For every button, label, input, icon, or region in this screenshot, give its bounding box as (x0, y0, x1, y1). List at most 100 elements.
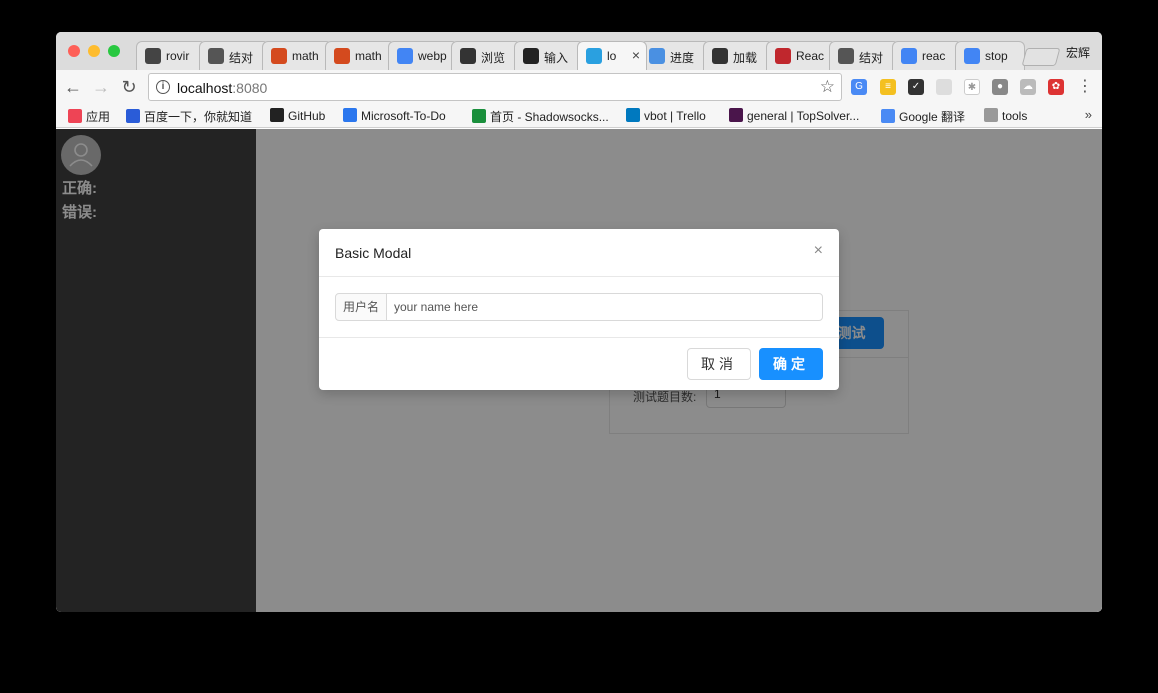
leaf-icon (838, 48, 854, 64)
tab-1[interactable]: rovir (136, 41, 206, 70)
tab-title: 浏览 (481, 51, 506, 65)
bookmark-3[interactable]: GitHub (270, 108, 325, 124)
cloud-extension-icon[interactable]: ☁ (1020, 79, 1036, 95)
slack-icon (729, 108, 743, 122)
bookmark-1[interactable]: 应用 (68, 108, 110, 124)
c-icon (775, 48, 791, 64)
tab-title: math (292, 49, 319, 63)
bookmark-9[interactable]: tools (984, 108, 1027, 124)
tab-close-icon[interactable]: × (632, 47, 640, 63)
bookmark-label: 应用 (86, 110, 111, 124)
extension-icon[interactable] (936, 79, 952, 95)
check-icon (343, 108, 357, 122)
notes-extension-icon[interactable]: ≡ (880, 79, 896, 95)
bookmark-label: 首页 - Shadowsocks... (490, 110, 609, 124)
translate-icon (881, 109, 895, 123)
url-host: localhost (177, 80, 233, 96)
folder-icon (984, 108, 998, 122)
ok-button[interactable]: 确定 (759, 348, 823, 380)
tab-5[interactable]: webp (388, 41, 458, 70)
bookmark-4[interactable]: Microsoft-To-Do (343, 108, 446, 124)
bookmark-8[interactable]: Google 翻译 (881, 108, 965, 124)
pocket-extension-icon[interactable]: ✓ (908, 79, 924, 95)
username-input-group: 用户名 (335, 293, 823, 321)
star-icon[interactable]: ☆ (820, 77, 835, 97)
username-input[interactable] (386, 293, 823, 321)
bookmark-7[interactable]: general | TopSolver... (729, 108, 859, 124)
tab-3[interactable]: math (262, 41, 332, 70)
tab-title: Reac (796, 49, 825, 63)
modal-title: Basic Modal (335, 245, 412, 261)
red-extension-icon[interactable]: ✿ (1048, 79, 1064, 95)
bookmark-label: Microsoft-To-Do (361, 109, 446, 123)
tab-2[interactable]: 结对 (199, 41, 269, 70)
profile-name[interactable]: 宏辉 (1066, 44, 1090, 61)
tab-title: 进度 (670, 51, 695, 65)
bookmark-label: general | TopSolver... (747, 109, 860, 123)
bookmark-2[interactable]: 百度一下，你就知道 (126, 108, 252, 124)
google-icon (901, 48, 917, 64)
info-icon[interactable]: i (156, 80, 170, 94)
m-icon (334, 48, 350, 64)
bookmark-label: Google 翻译 (899, 110, 966, 124)
bookmark-label: GitHub (288, 109, 326, 123)
modal-footer: 取消 确定 (319, 337, 839, 390)
browser-toolbar: ← → ↻ i localhost:8080 ☆ G ≡ ✓ ✱ ● ☁ ✿ ⋮ (56, 70, 1102, 104)
tab-title: 加载 (733, 51, 758, 65)
tab-title: 结对 (859, 51, 884, 65)
close-window-button[interactable] (68, 45, 80, 57)
address-bar[interactable]: i localhost:8080 ☆ (148, 73, 842, 101)
google-icon (397, 48, 413, 64)
monster-icon (145, 48, 161, 64)
paper-plane-icon (472, 109, 486, 123)
tab-title: stop (985, 49, 1008, 63)
close-icon[interactable]: × (814, 242, 823, 260)
tab-13[interactable]: reac (892, 41, 962, 70)
book-icon (460, 48, 476, 64)
trello-icon (626, 108, 640, 122)
bookmark-5[interactable]: 首页 - Shadowsocks... (472, 108, 609, 124)
minimize-window-button[interactable] (88, 45, 100, 57)
tab-10[interactable]: 加载 (703, 41, 773, 70)
bookmarks-bar: 应用 百度一下，你就知道 GitHub Microsoft-To-Do 首页 - Sha… (56, 104, 1102, 128)
modal-header: Basic Modal × (319, 229, 839, 277)
tab-title: webp (418, 49, 447, 63)
apps-icon (68, 109, 82, 123)
translate-extension-icon[interactable]: G (851, 79, 867, 95)
username-addon-label: 用户名 (335, 293, 387, 321)
forward-icon[interactable]: → (90, 76, 112, 98)
puzzle-extension-icon[interactable]: ✱ (964, 79, 980, 95)
owl-icon (523, 48, 539, 64)
new-tab-button[interactable] (1021, 48, 1061, 66)
cancel-button[interactable]: 取消 (687, 348, 751, 380)
url-text[interactable]: localhost:8080 (177, 80, 267, 96)
tab-title: 输入 (544, 51, 569, 65)
tab-4[interactable]: math (325, 41, 395, 70)
tab-8[interactable]: lo × (577, 41, 647, 70)
book-icon (712, 48, 728, 64)
github-icon (270, 108, 284, 122)
bookmark-6[interactable]: vbot | Trello (626, 108, 706, 124)
tab-title: reac (922, 49, 946, 63)
camera-extension-icon[interactable]: ● (992, 79, 1008, 95)
leaf-icon (208, 48, 224, 64)
tab-12[interactable]: 结对 (829, 41, 899, 70)
back-icon[interactable]: ← (62, 76, 84, 98)
maximize-window-button[interactable] (108, 45, 120, 57)
basic-modal: Basic Modal × 用户名 取消 确定 (319, 229, 839, 390)
tab-7[interactable]: 输入 (514, 41, 584, 70)
tab-title: math (355, 49, 382, 63)
reload-icon[interactable]: ↻ (118, 76, 140, 98)
bookmarks-overflow-button[interactable]: » (1085, 107, 1092, 122)
tab-6[interactable]: 浏览 (451, 41, 521, 70)
jump-icon (586, 48, 602, 64)
diamond-icon (649, 48, 665, 64)
tab-14[interactable]: stop (955, 41, 1025, 70)
page-viewport: 正确: 错误: 测试 测试题目数: 1 Basic Modal × 用户名 取消… (56, 129, 1102, 612)
menu-icon[interactable]: ⋮ (1074, 76, 1096, 98)
bookmark-label: vbot | Trello (644, 109, 706, 123)
tab-11[interactable]: Reac (766, 41, 836, 70)
tab-9[interactable]: 进度 (640, 41, 710, 70)
bookmark-label: tools (1002, 109, 1028, 123)
baidu-paw-icon (126, 109, 140, 123)
